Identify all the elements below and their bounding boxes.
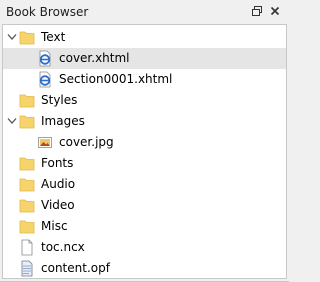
tree-item-label: Audio <box>41 177 76 191</box>
folder-icon <box>19 197 35 214</box>
file-icon <box>19 239 35 256</box>
panel-title: Book Browser <box>6 5 89 19</box>
book-browser-panel: Book Browser Text cover.xhtml Section0001.… <box>0 0 289 282</box>
folder-icon <box>19 29 35 46</box>
book-tree[interactable]: Text cover.xhtml Section0001.xhtml Styles Im… <box>2 24 287 279</box>
tree-item[interactable]: Styles <box>3 90 286 111</box>
expand-arrow-icon[interactable] <box>6 31 18 43</box>
tree-item[interactable]: toc.ncx <box>3 237 286 258</box>
expand-arrow-icon[interactable] <box>6 115 18 127</box>
tree-item-label: Images <box>41 114 85 128</box>
xhtml-file-icon <box>37 71 53 88</box>
tree-item[interactable]: Images <box>3 111 286 132</box>
tree-item-label: Section0001.xhtml <box>59 72 173 86</box>
tree-item-label: cover.xhtml <box>59 51 130 65</box>
tree-item[interactable]: Misc <box>3 216 286 237</box>
tree-item[interactable]: cover.xhtml <box>3 48 286 69</box>
opf-file-icon <box>19 260 35 277</box>
tree-item-label: Styles <box>41 93 78 107</box>
tree-item-label: content.opf <box>41 261 110 275</box>
tree-item-label: toc.ncx <box>41 240 85 254</box>
folder-icon <box>19 92 35 109</box>
tree-item[interactable]: content.opf <box>3 258 286 279</box>
image-file-icon <box>37 134 53 151</box>
tree-item-label: Misc <box>41 219 68 233</box>
folder-icon <box>19 176 35 193</box>
tree-item-label: cover.jpg <box>59 135 114 149</box>
tree-item[interactable]: Audio <box>3 174 286 195</box>
xhtml-file-icon <box>37 50 53 67</box>
close-icon[interactable] <box>268 4 282 18</box>
folder-icon <box>19 218 35 235</box>
tree-item-label: Fonts <box>41 156 74 170</box>
tree-item[interactable]: Video <box>3 195 286 216</box>
folder-icon <box>19 113 35 130</box>
tree-item[interactable]: Fonts <box>3 153 286 174</box>
tree-item-label: Text <box>41 30 66 44</box>
folder-icon <box>19 155 35 172</box>
panel-titlebar: Book Browser <box>0 0 289 24</box>
float-icon[interactable] <box>250 4 264 18</box>
tree-item-label: Video <box>41 198 75 212</box>
tree-item[interactable]: cover.jpg <box>3 132 286 153</box>
tree-item[interactable]: Text <box>3 27 286 48</box>
tree-item[interactable]: Section0001.xhtml <box>3 69 286 90</box>
